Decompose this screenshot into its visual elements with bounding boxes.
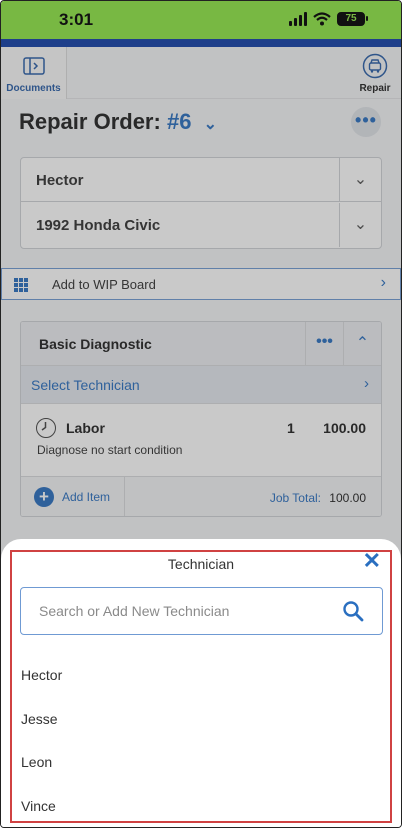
technician-option[interactable]: Jesse	[21, 711, 58, 727]
app-screen: 3:01 75 Documents Repair Repair Order: #…	[0, 0, 402, 828]
battery-icon: 75	[337, 12, 368, 26]
status-icons: 75	[289, 12, 368, 26]
technician-option[interactable]: Leon	[21, 754, 52, 770]
header-bar	[1, 39, 401, 47]
signal-icon	[289, 12, 307, 26]
technician-option[interactable]: Hector	[21, 667, 62, 683]
technician-search	[20, 587, 383, 635]
status-time: 3:01	[59, 10, 94, 29]
technician-sheet: Technician ✕ Hector Jesse Leon Vince	[1, 539, 401, 827]
wifi-icon	[313, 12, 331, 26]
technician-option[interactable]: Vince	[21, 798, 56, 814]
status-bar: 3:01 75	[1, 1, 401, 39]
search-icon[interactable]	[342, 600, 364, 622]
search-input[interactable]	[21, 588, 321, 634]
